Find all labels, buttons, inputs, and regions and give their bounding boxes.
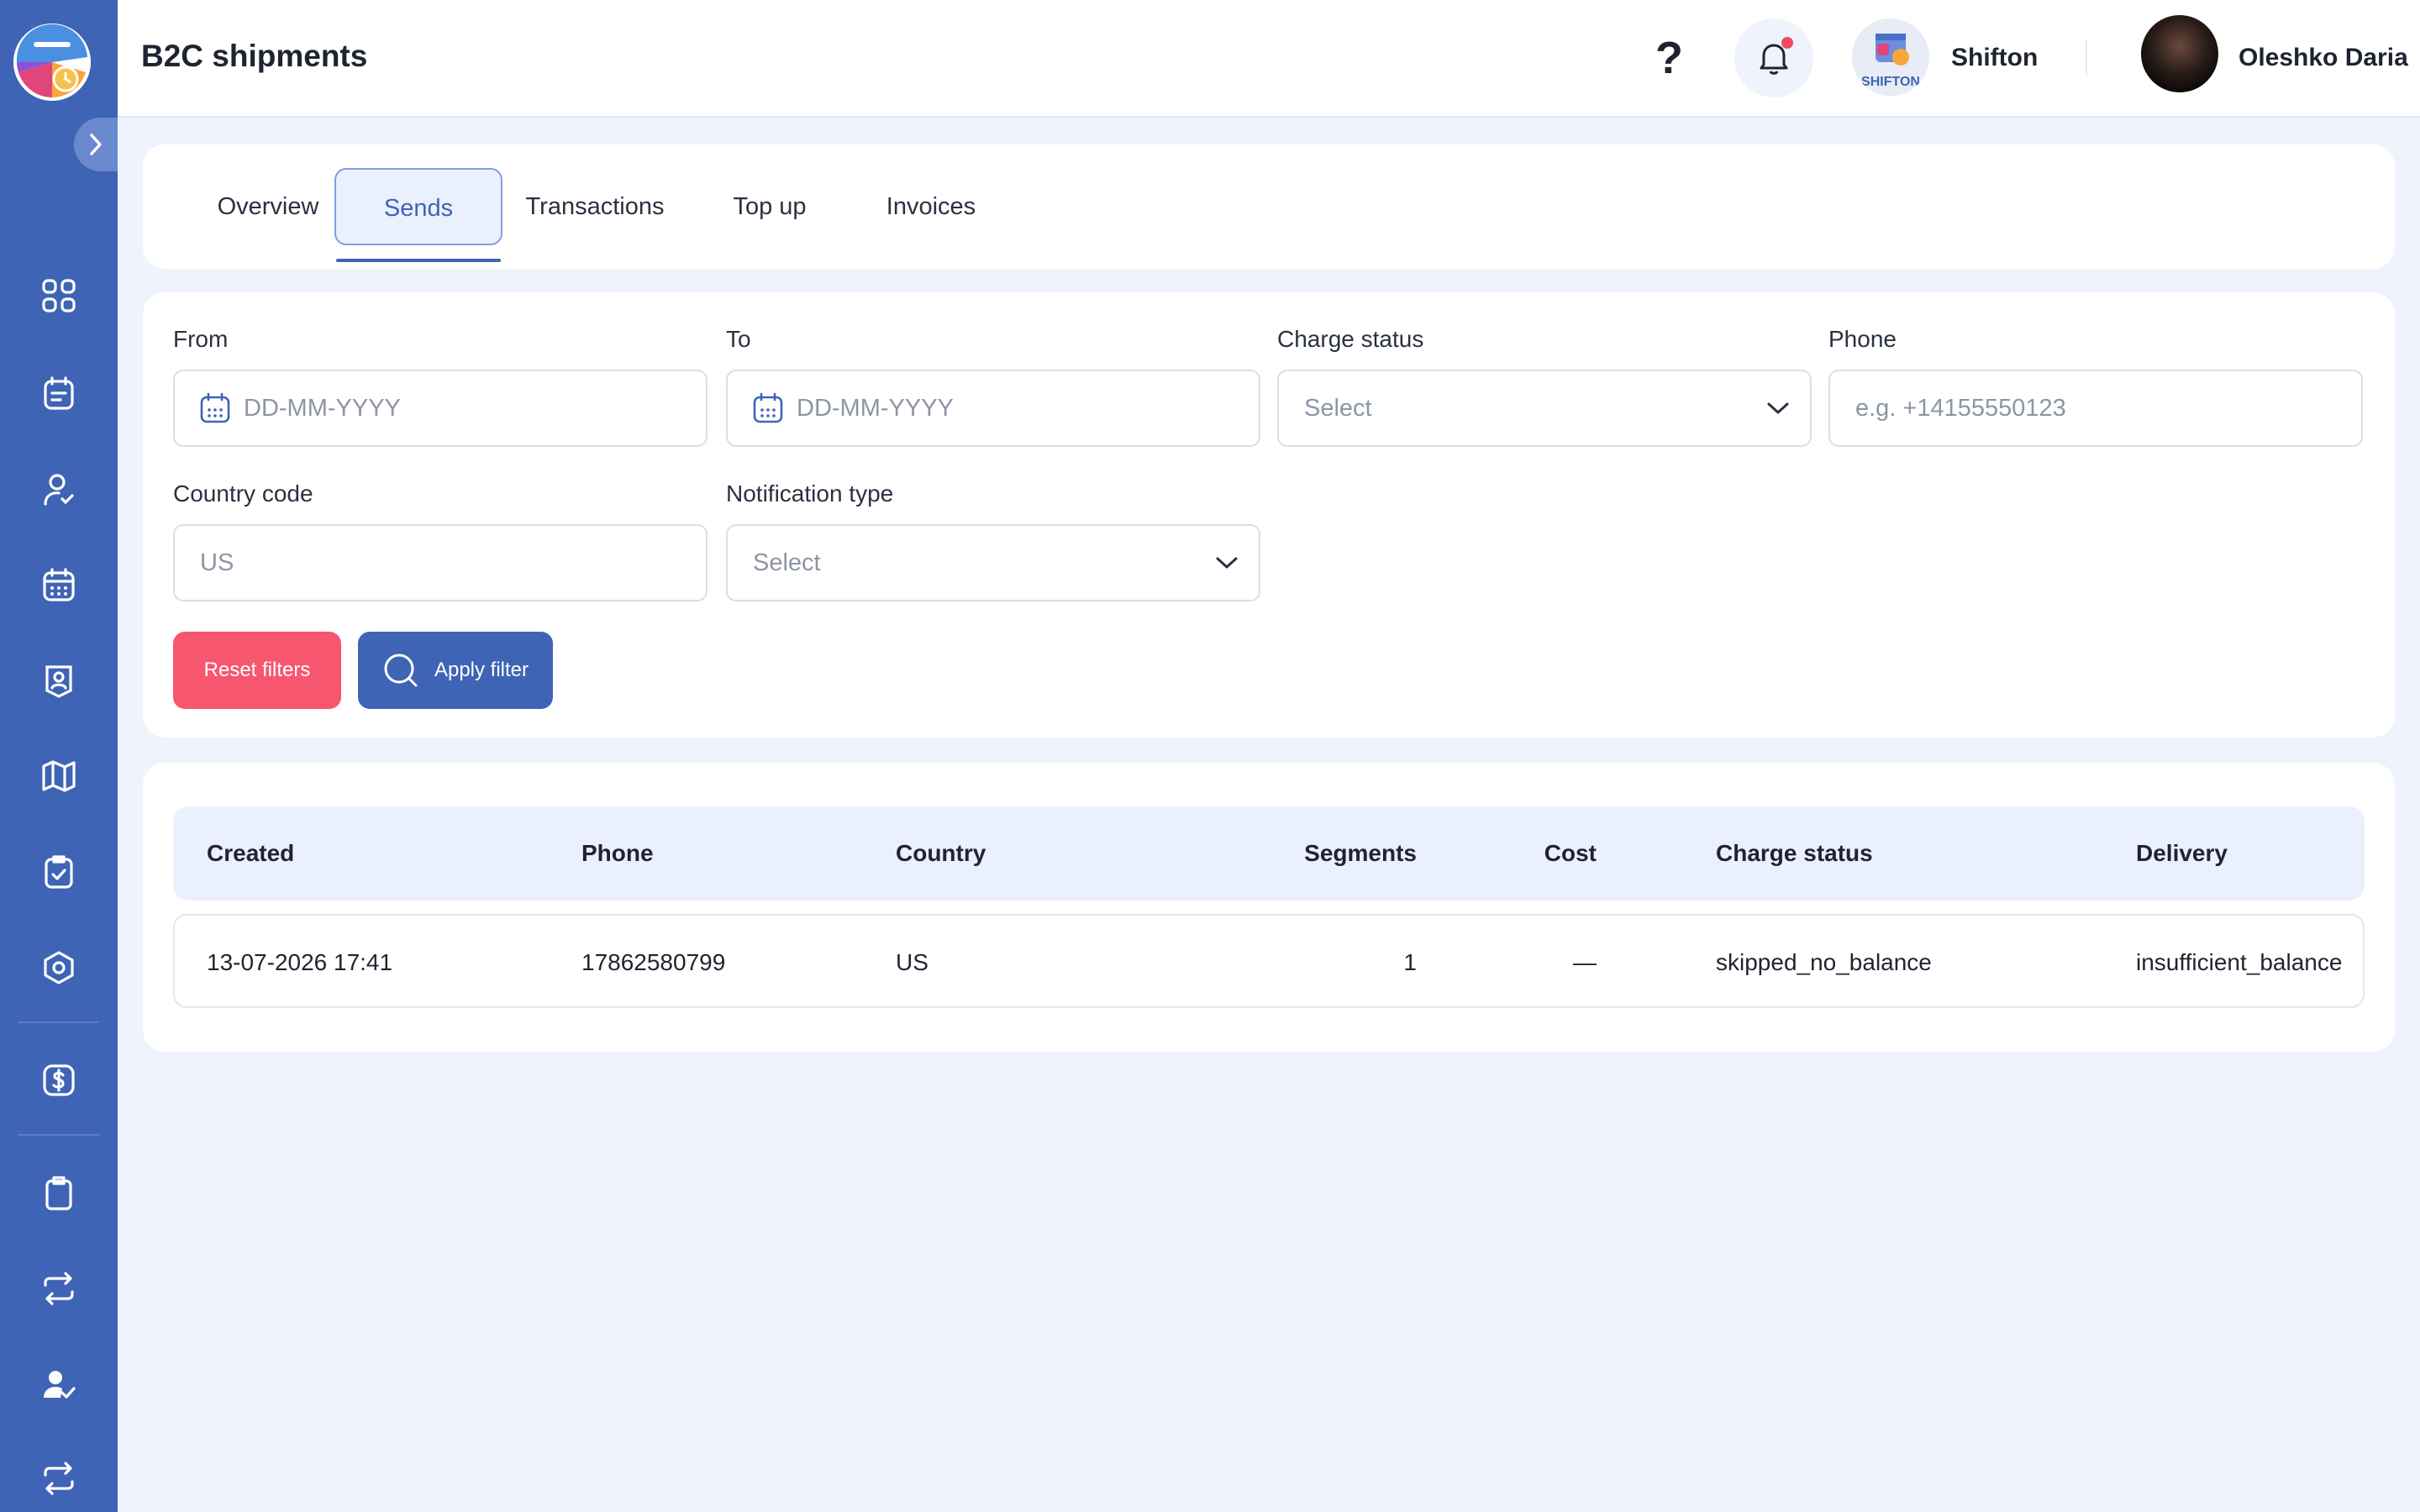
reset-filters-label: Reset filters bbox=[203, 659, 311, 681]
calendar-icon bbox=[198, 391, 232, 425]
notification-type-label: Notification type bbox=[726, 480, 894, 507]
user-check-icon bbox=[44, 1371, 76, 1399]
tab-invoices[interactable]: Invoices bbox=[857, 168, 1005, 245]
phone-placeholder: e.g. +14155550123 bbox=[1855, 394, 2066, 422]
schedule-icon bbox=[44, 376, 74, 410]
to-label: To bbox=[726, 326, 751, 352]
company-name[interactable]: Shifton bbox=[1951, 44, 2038, 72]
header-divider bbox=[2086, 40, 2087, 76]
country-code-input[interactable]: US bbox=[173, 524, 708, 601]
sidebar bbox=[0, 0, 118, 1512]
notification-type-select[interactable]: Select bbox=[726, 524, 1260, 601]
charge-status-value: Select bbox=[1304, 394, 1372, 422]
sidebar-item-billing[interactable] bbox=[34, 1055, 84, 1105]
phone-input[interactable]: e.g. +14155550123 bbox=[1828, 370, 2363, 447]
badge-icon bbox=[45, 665, 72, 698]
column-header-phone[interactable]: Phone bbox=[581, 840, 654, 867]
sidebar-item-schedule[interactable] bbox=[34, 368, 84, 418]
cell-delivery: insufficient_balance bbox=[2136, 949, 2343, 975]
charge-status-label: Charge status bbox=[1277, 326, 1424, 352]
sidebar-item-exchange[interactable] bbox=[34, 1263, 84, 1314]
from-date-placeholder: DD-MM-YYYY bbox=[244, 394, 401, 422]
sidebar-item-map[interactable] bbox=[34, 751, 84, 801]
column-header-created[interactable]: Created bbox=[207, 840, 294, 867]
sidebar-divider bbox=[18, 1021, 99, 1023]
billing-icon bbox=[43, 1064, 75, 1096]
phone-label: Phone bbox=[1828, 326, 1897, 352]
active-tab-indicator bbox=[336, 259, 501, 262]
page-title: B2C shipments bbox=[141, 39, 368, 73]
company-avatar[interactable]: SHIFTON bbox=[1852, 18, 1929, 96]
cell-created: 13-07-2026 17:41 bbox=[207, 949, 393, 975]
tabs-card: Overview Sends Transactions Top up Invoi… bbox=[143, 144, 2395, 269]
tab-top-up[interactable]: Top up bbox=[697, 168, 842, 245]
clipboard-icon bbox=[45, 1176, 72, 1210]
country-code-label: Country code bbox=[173, 480, 313, 507]
sidebar-item-badge[interactable] bbox=[34, 655, 84, 706]
cell-phone: 17862580799 bbox=[581, 949, 726, 975]
employee-icon bbox=[44, 474, 74, 506]
tab-sends[interactable]: Sends bbox=[334, 168, 502, 245]
calendar-icon bbox=[751, 391, 785, 425]
to-date-placeholder: DD-MM-YYYY bbox=[797, 394, 954, 422]
country-code-placeholder: US bbox=[200, 549, 234, 576]
column-header-delivery[interactable]: Delivery bbox=[2136, 840, 2228, 867]
column-header-segments[interactable]: Segments bbox=[1181, 840, 1417, 867]
sidebar-item-swap[interactable] bbox=[34, 1453, 84, 1504]
settings-icon bbox=[44, 951, 74, 984]
sidebar-item-tasks[interactable] bbox=[34, 847, 84, 897]
apply-filter-label: Apply filter bbox=[434, 659, 529, 681]
from-date-input[interactable]: DD-MM-YYYY bbox=[173, 370, 708, 447]
cell-segments: 1 bbox=[1403, 949, 1417, 975]
to-date-input[interactable]: DD-MM-YYYY bbox=[726, 370, 1260, 447]
sidebar-divider bbox=[18, 1134, 99, 1136]
notifications-button[interactable] bbox=[1734, 18, 1813, 97]
map-icon bbox=[42, 760, 76, 792]
reset-filters-button[interactable]: Reset filters bbox=[173, 632, 341, 709]
tab-overview[interactable]: Overview bbox=[188, 168, 348, 245]
sidebar-item-dashboard[interactable] bbox=[34, 270, 84, 321]
swap-icon bbox=[44, 1462, 74, 1495]
sidebar-item-users[interactable] bbox=[34, 1359, 84, 1410]
sidebar-item-calendar[interactable] bbox=[34, 559, 84, 610]
user-name[interactable]: Oleshko Daria bbox=[2238, 44, 2408, 72]
cell-charge-status: skipped_no_balance bbox=[1716, 949, 1932, 975]
tasks-icon bbox=[45, 855, 73, 889]
filters-card: From DD-MM-YYYY To DD-MM-YYYY Charge sta… bbox=[143, 292, 2395, 738]
sidebar-item-clipboard[interactable] bbox=[34, 1168, 84, 1218]
tab-transactions[interactable]: Transactions bbox=[513, 168, 677, 245]
cell-country: US bbox=[896, 949, 929, 975]
help-icon[interactable]: ? bbox=[1655, 32, 1683, 84]
apply-filter-button[interactable]: Apply filter bbox=[358, 632, 553, 709]
dashboard-icon bbox=[42, 279, 76, 312]
svg-text:SHIFTON: SHIFTON bbox=[1861, 75, 1920, 89]
sends-table: Created Phone Country Segments Cost Char… bbox=[143, 763, 2395, 1052]
column-header-cost[interactable]: Cost bbox=[1467, 840, 1597, 867]
from-label: From bbox=[173, 326, 229, 352]
chevron-down-icon bbox=[1215, 555, 1239, 570]
sidebar-item-employees[interactable] bbox=[34, 464, 84, 514]
cell-cost: — bbox=[1573, 949, 1597, 975]
table-header: Created Phone Country Segments Cost Char… bbox=[173, 806, 2365, 900]
app-logo[interactable] bbox=[13, 24, 91, 101]
notification-type-value: Select bbox=[753, 549, 821, 576]
column-header-country[interactable]: Country bbox=[896, 840, 986, 867]
top-header: B2C shipments ? SHIFTON Shifton Oleshko … bbox=[118, 0, 2420, 118]
chevron-right-icon bbox=[90, 134, 102, 155]
calendar-icon bbox=[43, 568, 75, 601]
notification-dot bbox=[1781, 37, 1793, 49]
table-row[interactable]: 13-07-2026 17:41 17862580799 US 1 — skip… bbox=[173, 914, 2365, 1008]
charge-status-select[interactable]: Select bbox=[1277, 370, 1812, 447]
chevron-down-icon bbox=[1766, 401, 1790, 416]
expand-sidebar-button[interactable] bbox=[74, 118, 118, 171]
exchange-icon bbox=[44, 1272, 74, 1305]
sidebar-item-settings[interactable] bbox=[34, 942, 84, 993]
search-icon bbox=[382, 652, 419, 689]
user-avatar[interactable] bbox=[2141, 15, 2218, 92]
column-header-charge-status[interactable]: Charge status bbox=[1716, 840, 1873, 867]
